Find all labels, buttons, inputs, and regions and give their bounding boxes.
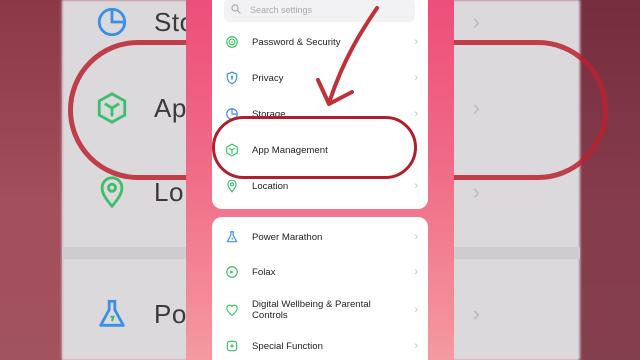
shield-icon bbox=[224, 70, 240, 86]
bg-chevron-icon: › bbox=[472, 301, 480, 326]
settings-card-bottom: Power Marathon › Folax › Digital Wellbei… bbox=[212, 217, 428, 360]
folax-icon bbox=[224, 264, 240, 280]
chevron-right-icon: › bbox=[414, 340, 418, 352]
special-function-icon bbox=[224, 338, 240, 354]
bg-flask-icon bbox=[90, 292, 134, 336]
annotation-highlight-ring bbox=[212, 116, 417, 179]
settings-item-label: Power Marathon bbox=[252, 231, 323, 243]
chevron-right-icon: › bbox=[414, 72, 418, 84]
settings-item-label: Digital Wellbeing & Parental Controls bbox=[252, 299, 371, 321]
annotation-arrow-icon bbox=[316, 6, 379, 106]
bg-chevron-icon: › bbox=[472, 179, 480, 204]
flask-icon bbox=[224, 229, 240, 245]
bg-chevron-icon: › bbox=[472, 9, 480, 34]
chevron-right-icon: › bbox=[414, 36, 418, 48]
chevron-right-icon: › bbox=[414, 180, 418, 192]
bg-left-edge bbox=[0, 0, 62, 360]
bg-label-location: Lo bbox=[154, 176, 184, 207]
settings-item-special-function[interactable]: Special Function › bbox=[212, 329, 428, 360]
settings-item-label: Folax bbox=[252, 266, 276, 278]
settings-item-folax[interactable]: Folax › bbox=[212, 255, 428, 289]
settings-item-label: Location bbox=[252, 180, 289, 192]
chevron-right-icon: › bbox=[414, 304, 418, 316]
bg-pie-chart-icon bbox=[90, 0, 134, 44]
chevron-right-icon: › bbox=[414, 108, 418, 120]
settings-item-digital-wellbeing[interactable]: Digital Wellbeing & Parental Controls › bbox=[212, 291, 428, 329]
fingerprint-icon bbox=[224, 34, 240, 50]
settings-item-power-marathon[interactable]: Power Marathon › bbox=[212, 220, 428, 254]
chevron-right-icon: › bbox=[414, 231, 418, 243]
search-icon bbox=[230, 3, 244, 17]
wellbeing-icon bbox=[224, 302, 240, 318]
settings-item-label: Special Function bbox=[252, 340, 323, 352]
chevron-right-icon: › bbox=[414, 266, 418, 278]
bg-right-edge bbox=[578, 0, 640, 360]
location-pin-icon bbox=[224, 178, 240, 194]
